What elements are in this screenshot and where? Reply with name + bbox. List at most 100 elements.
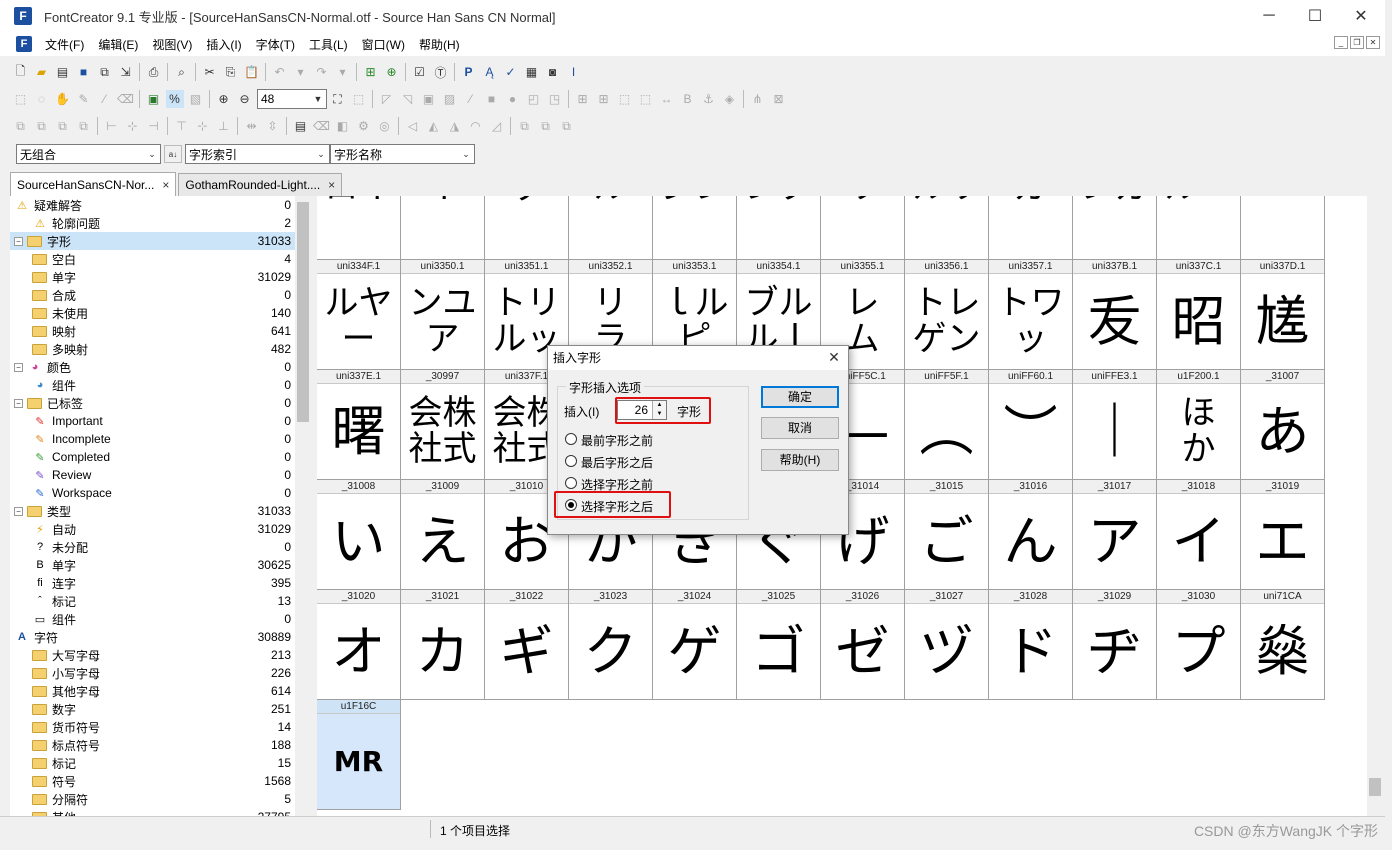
grid-scrollbar[interactable] xyxy=(1367,196,1383,816)
glyph-cell[interactable]: _31021 カ xyxy=(401,590,485,700)
collapse-icon[interactable]: − xyxy=(14,506,23,516)
tree-item[interactable]: 未使用 140 xyxy=(10,304,295,322)
glyph-cell[interactable]: _31020 オ xyxy=(317,590,401,700)
help-button[interactable]: 帮助(H) xyxy=(761,449,839,471)
glyph-cell[interactable]: _31007 あ xyxy=(1241,370,1325,480)
tree-item[interactable]: 符号 1568 xyxy=(10,772,295,790)
grid-toggle-icon[interactable]: ▧ xyxy=(187,90,205,108)
tree-item[interactable]: ✎ Review 0 xyxy=(10,466,295,484)
align-left-icon[interactable]: ⊢ xyxy=(103,117,121,135)
mdi-close-button[interactable]: ✕ xyxy=(1366,36,1380,49)
glyph-cell[interactable]: _31026 ゼ xyxy=(821,590,905,700)
web-icon[interactable]: ◙ xyxy=(544,63,562,81)
glyph-cell[interactable]: _31028 ド xyxy=(989,590,1073,700)
hand-icon[interactable]: ✋ xyxy=(54,90,72,108)
tree-item[interactable]: 映射 641 xyxy=(10,322,295,340)
glyph-cell[interactable]: uni337E.1 曙 xyxy=(317,370,401,480)
tree-scrollbar[interactable] xyxy=(295,196,311,816)
kern-icon[interactable]: ⊠ xyxy=(770,90,788,108)
cut-icon[interactable]: ✂ xyxy=(201,63,219,81)
menu-help[interactable]: 帮助(H) xyxy=(412,36,467,53)
subtract-icon[interactable]: ⧉ xyxy=(537,117,555,135)
undo-dropdown-icon[interactable]: ▾ xyxy=(292,63,310,81)
tree-item[interactable]: ˆ 标记 13 xyxy=(10,592,295,610)
glyph-cell[interactable]: ンメ ル xyxy=(569,196,653,260)
glyph-cell[interactable]: _31029 ヂ xyxy=(1073,590,1157,700)
tree-item[interactable]: B 单字 30625 xyxy=(10,556,295,574)
menu-view[interactable]: 视图(V) xyxy=(145,36,199,53)
tree-item[interactable]: 标点符号 188 xyxy=(10,736,295,754)
tab-sourcehansans[interactable]: SourceHanSansCN-Nor... × xyxy=(10,172,177,196)
tree-item[interactable]: 合成 0 xyxy=(10,286,295,304)
tree-item[interactable]: − 字形 31033 xyxy=(10,232,295,250)
tree-item[interactable]: 分隔符 5 xyxy=(10,790,295,808)
arrow-tool-icon[interactable]: ◸ xyxy=(378,90,396,108)
distribute-h-icon[interactable]: ⇹ xyxy=(243,117,261,135)
menu-font[interactable]: 字体(T) xyxy=(249,36,302,53)
bold-icon[interactable]: B xyxy=(679,90,697,108)
flip-h-icon[interactable]: ◭ xyxy=(425,117,443,135)
ok-button[interactable]: 确定 xyxy=(761,386,839,408)
glyph-cell[interactable]: uni337C.1 昭 xyxy=(1157,260,1241,370)
copy-icon[interactable]: ⎘ xyxy=(222,63,240,81)
tree-item[interactable]: 数字 251 xyxy=(10,700,295,718)
group-icon[interactable]: ⧉ xyxy=(12,117,30,135)
merge-icon[interactable]: ⧉ xyxy=(516,117,534,135)
glyph-cell[interactable]: u1F16C MR xyxy=(317,700,401,810)
rectangle-icon[interactable]: ■ xyxy=(483,90,501,108)
glyph-cell[interactable]: uniFF60.1 ︶ xyxy=(989,370,1073,480)
glyph-cell[interactable]: _31023 ク xyxy=(569,590,653,700)
table-icon[interactable]: ⊞ xyxy=(574,90,592,108)
glyph-cell[interactable]: uni3350.1 ンユ ア xyxy=(401,260,485,370)
menu-tools[interactable]: 工具(L) xyxy=(302,36,355,53)
glyph-cell[interactable]: _30997 会株 社式 xyxy=(401,370,485,480)
frame2-icon[interactable]: ◳ xyxy=(546,90,564,108)
tree-item[interactable]: − ◕ 颜色 0 xyxy=(10,358,295,376)
photo-icon[interactable]: ▨ xyxy=(441,90,459,108)
zoom-select[interactable]: 48 ▼ xyxy=(257,89,327,109)
add-glyph-icon[interactable]: ⊞ xyxy=(362,63,380,81)
properties-panel-icon[interactable]: ▤ xyxy=(292,117,310,135)
insert-glyph-icon[interactable]: ⊕ xyxy=(383,63,401,81)
export-icon[interactable]: ⇲ xyxy=(117,63,135,81)
tree-item[interactable]: 货币符号 14 xyxy=(10,718,295,736)
tree-item[interactable]: 单字 31029 xyxy=(10,268,295,286)
brush-icon[interactable]: ⁄ xyxy=(96,90,114,108)
tree-item[interactable]: ✎ Completed 0 xyxy=(10,448,295,466)
pen-icon[interactable]: ✎ xyxy=(75,90,93,108)
collapse-icon[interactable]: − xyxy=(14,362,23,372)
combination-select[interactable]: 无组合 ⌄ xyxy=(16,144,161,164)
tree-item[interactable]: 小写字母 226 xyxy=(10,664,295,682)
glyph-cell[interactable]: _31030 プ xyxy=(1157,590,1241,700)
tab-gothamrounded[interactable]: GothamRounded-Light.... × xyxy=(178,173,343,196)
tree-item[interactable]: 大写字母 213 xyxy=(10,646,295,664)
glyph-cell[interactable]: _31009 え xyxy=(401,480,485,590)
shape-icon[interactable]: ◧ xyxy=(334,117,352,135)
close-icon[interactable]: × xyxy=(328,178,335,192)
glyph-cell[interactable]: uni3357.1 トワ ッ xyxy=(989,260,1073,370)
front-icon[interactable]: ⧉ xyxy=(54,117,72,135)
cancel-button[interactable]: 取消 xyxy=(761,417,839,439)
glyph-cell[interactable]: ミ リ xyxy=(821,196,905,260)
tree-item[interactable]: 其他27795 xyxy=(10,808,295,816)
glyph-cell[interactable]: _31015 ご xyxy=(905,480,989,590)
menu-window[interactable]: 窗口(W) xyxy=(355,36,412,53)
new-file-icon[interactable]: 🗋 xyxy=(12,63,30,81)
glyph-cell[interactable]: uni334F.1 ルヤ ー xyxy=(317,260,401,370)
align-center-icon[interactable]: ⊹ xyxy=(124,117,142,135)
tree-item[interactable]: 多映射 482 xyxy=(10,340,295,358)
zoom-out-icon[interactable]: ⊖ xyxy=(236,90,254,108)
node-tool-icon[interactable]: ◹ xyxy=(399,90,417,108)
sort-icon[interactable]: a↓ xyxy=(164,145,182,163)
open-folder-icon[interactable]: ▰ xyxy=(33,63,51,81)
align-middle-icon[interactable]: ⊹ xyxy=(194,117,212,135)
bucket-icon[interactable]: ◈ xyxy=(721,90,739,108)
collapse-icon[interactable]: − xyxy=(14,236,23,246)
tree-item[interactable]: ? 未分配 0 xyxy=(10,538,295,556)
maximize-button[interactable]: ☐ xyxy=(1292,0,1338,32)
menu-edit[interactable]: 编辑(E) xyxy=(91,36,145,53)
glyph-cell[interactable]: ハン ルリ xyxy=(905,196,989,260)
tree-item[interactable]: fi 连字 395 xyxy=(10,574,295,592)
close-icon[interactable]: × xyxy=(162,178,169,192)
tree-item[interactable]: 空白 4 xyxy=(10,250,295,268)
